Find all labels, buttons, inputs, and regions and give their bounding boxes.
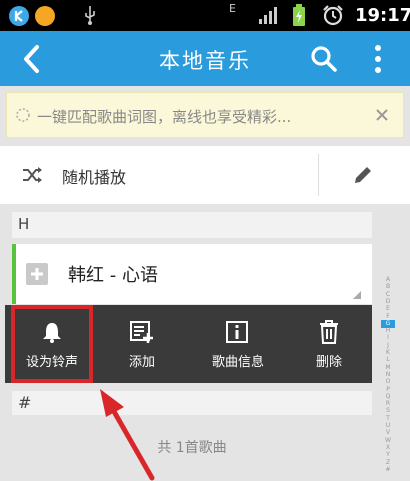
delete-label: 删除 bbox=[315, 355, 342, 370]
shuffle-label: 随机播放 bbox=[62, 168, 127, 187]
song-info-button[interactable]: 歌曲信息 bbox=[193, 305, 283, 383]
notification-icon bbox=[35, 6, 55, 26]
shuffle-row: 随机播放 bbox=[0, 146, 410, 204]
network-type-label: E bbox=[229, 2, 236, 15]
app-bar: 本地音乐 bbox=[0, 31, 410, 86]
shuffle-icon bbox=[23, 167, 42, 183]
add-to-list-icon bbox=[130, 321, 153, 343]
delete-button[interactable]: 删除 bbox=[291, 305, 367, 383]
index-letter[interactable]: # bbox=[381, 466, 395, 474]
divider bbox=[318, 154, 319, 196]
bell-icon bbox=[43, 323, 61, 343]
info-icon bbox=[226, 321, 248, 343]
section-letter: H bbox=[18, 215, 30, 233]
shuffle-play-button[interactable]: 随机播放 bbox=[0, 146, 316, 204]
lyrics-match-banner[interactable]: 一键匹配歌曲词图，离线也享受精彩... bbox=[6, 92, 404, 138]
search-icon[interactable] bbox=[310, 45, 338, 73]
section-header-hash: # bbox=[12, 391, 372, 415]
banner-text: 一键匹配歌曲词图，离线也享受精彩... bbox=[37, 108, 292, 126]
set-ringtone-label: 设为铃声 bbox=[25, 355, 78, 370]
add-plus-icon[interactable] bbox=[26, 263, 48, 285]
k-app-icon bbox=[9, 6, 29, 26]
edit-icon[interactable] bbox=[352, 164, 374, 186]
alarm-icon bbox=[323, 5, 343, 26]
song-action-bar: 设为铃声 添加 歌曲信息 删除 bbox=[5, 305, 372, 383]
trash-icon bbox=[320, 320, 338, 344]
status-bar: E 19:17 bbox=[0, 0, 410, 31]
section-letter: # bbox=[18, 393, 32, 412]
clock: 19:17 bbox=[355, 5, 410, 26]
song-info-label: 歌曲信息 bbox=[211, 355, 264, 370]
add-label: 添加 bbox=[128, 355, 155, 370]
expand-indicator-icon bbox=[353, 291, 361, 299]
loading-icon bbox=[16, 108, 30, 122]
song-title: 韩红 - 心语 bbox=[68, 265, 158, 286]
set-ringtone-button[interactable]: 设为铃声 bbox=[11, 305, 93, 383]
song-count: 共 1首歌曲 bbox=[157, 440, 227, 456]
alphabet-index-bar[interactable]: A B C D E F G H I J K L M N O P Q R S T U V W X Y Z # bbox=[381, 212, 395, 474]
more-options-icon[interactable] bbox=[372, 44, 384, 74]
add-button[interactable]: 添加 bbox=[102, 305, 182, 383]
battery-charging-icon bbox=[293, 4, 305, 26]
section-header-h: H bbox=[12, 212, 372, 238]
signal-icon bbox=[259, 7, 277, 24]
usb-icon bbox=[85, 6, 95, 25]
song-row[interactable]: 韩红 - 心语 bbox=[12, 244, 372, 304]
song-accent-bar bbox=[12, 244, 16, 304]
page-title: 本地音乐 bbox=[159, 49, 251, 73]
close-icon[interactable] bbox=[375, 108, 389, 122]
